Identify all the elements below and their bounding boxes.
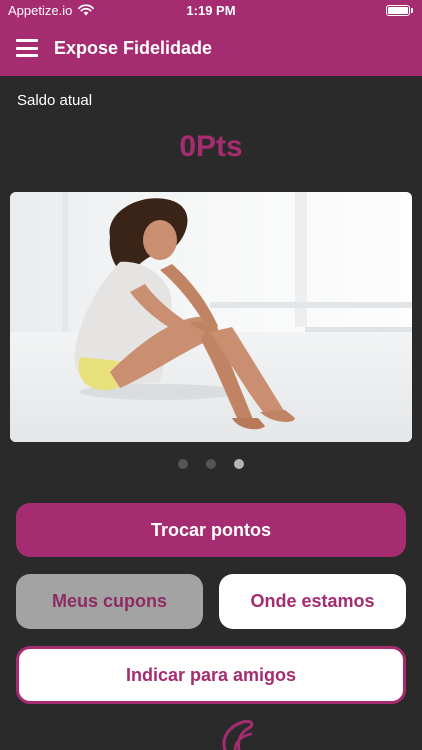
carousel-indicator xyxy=(0,459,422,469)
carousel-image xyxy=(10,192,412,442)
promo-carousel[interactable] xyxy=(10,192,412,442)
brand-logo-icon xyxy=(222,720,254,750)
wifi-icon xyxy=(78,4,95,16)
balance-value: 0Pts xyxy=(179,130,243,163)
my-coupons-button[interactable]: Meus cupons xyxy=(16,574,203,629)
balance-label: Saldo atual xyxy=(17,92,93,109)
app-title: Expose Fidelidade xyxy=(54,37,213,58)
battery-icon xyxy=(386,4,413,16)
carousel-dot[interactable] xyxy=(206,459,216,469)
status-bar: Appetize.io 1:19 PM xyxy=(0,0,422,20)
where-we-are-button[interactable]: Onde estamos xyxy=(219,574,406,629)
hamburger-menu-icon[interactable] xyxy=(16,39,38,57)
app-bar: Expose Fidelidade xyxy=(0,20,422,76)
refer-friends-button[interactable]: Indicar para amigos xyxy=(16,646,406,704)
exchange-points-button[interactable]: Trocar pontos xyxy=(16,503,406,557)
carousel-dot-active[interactable] xyxy=(234,459,244,469)
carrier-label: Appetize.io xyxy=(8,2,73,18)
carousel-dot[interactable] xyxy=(178,459,188,469)
